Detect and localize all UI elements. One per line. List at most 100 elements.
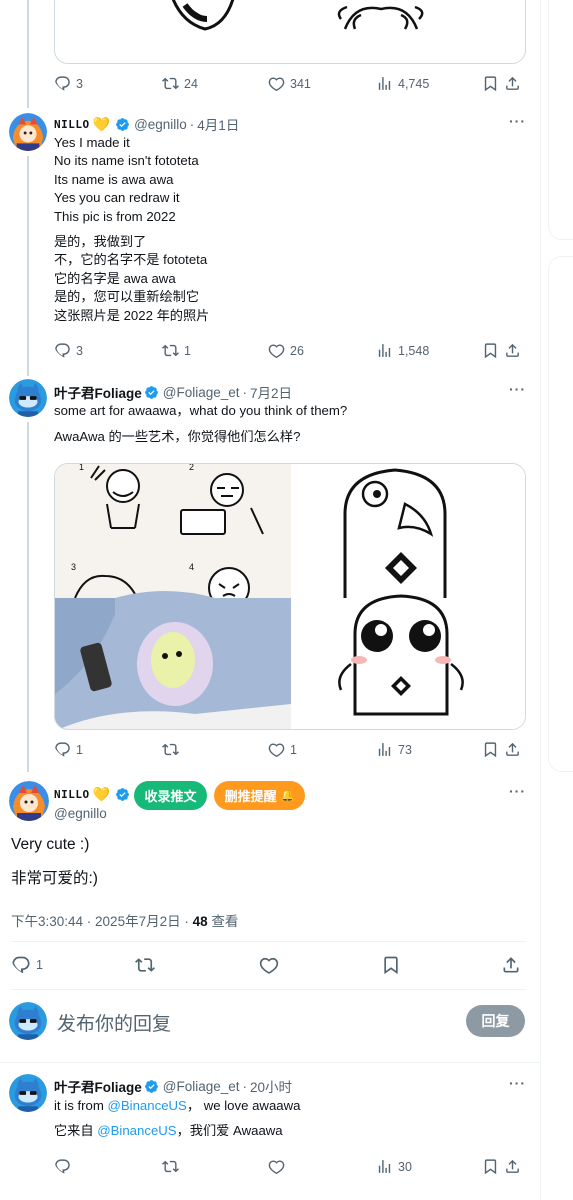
display-name[interactable]: 叶子君Foliage [54, 382, 142, 402]
share-icon [504, 75, 521, 92]
tweet-header: 叶子君Foliage @Foliage_et · 20小时 [54, 1076, 292, 1096]
retweet-button[interactable] [162, 1158, 184, 1175]
view-count: 30 [398, 1159, 412, 1174]
like-button[interactable]: 26 [268, 342, 304, 359]
reply-count: 3 [76, 343, 83, 358]
views-button[interactable]: 4,745 [376, 75, 429, 92]
like-count: 341 [290, 76, 311, 91]
tweet-text-en: it is from @BinanceUS， we love awaawa [54, 1097, 300, 1115]
like-button[interactable]: 341 [268, 75, 311, 92]
reply-button[interactable]: 1 [54, 741, 83, 758]
more-options-icon[interactable]: ··· [509, 1075, 526, 1091]
reply-icon [54, 342, 71, 359]
bookmark-icon [482, 75, 499, 92]
tweet-text-en: Very cute :) [11, 836, 90, 853]
grid-label: 1 [79, 464, 84, 472]
reply-button[interactable] [54, 1158, 76, 1175]
retweet-icon [135, 955, 155, 975]
tweet-media-top[interactable] [54, 0, 526, 64]
bookmark-icon [482, 342, 499, 359]
reply-button[interactable]: 1 [11, 955, 43, 975]
like-button[interactable]: 1 [268, 741, 297, 758]
reply-input[interactable]: 发布你的回复 [57, 1009, 171, 1036]
tweet-date[interactable]: 4月1日 [197, 114, 239, 134]
image-awaawa-scared[interactable] [291, 464, 526, 598]
timestamp-text[interactable]: 下午3:30:44 · 2025年7月2日 · [11, 914, 189, 929]
bookmark-button[interactable] [482, 75, 504, 92]
views-chart-icon [376, 342, 393, 359]
user-handle[interactable]: @Foliage_et [163, 1079, 240, 1094]
thread-connector [27, 156, 29, 376]
tweet-text-en: some art for awaawa，what do you think of… [54, 403, 348, 418]
collect-tweet-button[interactable]: 收录推文 [134, 781, 207, 810]
user-handle[interactable]: @egnillo [134, 117, 187, 132]
bookmark-button[interactable] [482, 1158, 504, 1175]
reply-count: 3 [76, 76, 83, 91]
separator: · [189, 116, 195, 132]
retweet-count: 24 [184, 76, 198, 91]
reply-button[interactable]: 3 [54, 342, 83, 359]
heart-icon [268, 1158, 285, 1175]
divider [0, 1062, 541, 1063]
like-button[interactable] [268, 1158, 290, 1175]
display-name[interactable]: 叶子君Foliage [54, 1076, 142, 1096]
more-options-icon[interactable]: ··· [509, 783, 526, 799]
reply-count: 1 [76, 742, 83, 757]
share-button[interactable] [504, 741, 526, 758]
sidebar-card[interactable] [548, 256, 573, 772]
tweet-media-grid[interactable]: 1 2 3 4 [54, 463, 526, 730]
share-button[interactable] [501, 955, 526, 975]
image-awaawa-phone[interactable] [55, 591, 291, 730]
avatar-foliage[interactable] [9, 379, 47, 417]
tweet-text-zh: 非常可爱的:) [11, 870, 98, 887]
retweet-button[interactable]: 24 [162, 75, 198, 92]
sidebar-card[interactable] [548, 0, 573, 240]
heart-icon [268, 741, 285, 758]
share-button[interactable] [504, 1158, 526, 1175]
yellow-heart-icon: 💛 [92, 115, 111, 132]
views-button[interactable]: 1,548 [376, 342, 429, 359]
avatar-nillo[interactable] [9, 781, 49, 821]
display-name[interactable]: NILLO [54, 788, 90, 801]
like-count: 1 [290, 742, 297, 757]
share-button[interactable] [504, 342, 526, 359]
views-button[interactable]: 73 [376, 741, 412, 758]
mention-link[interactable]: @BinanceUS [107, 1098, 186, 1113]
grid-label: 4 [189, 562, 194, 572]
avatar-nillo[interactable] [9, 113, 47, 151]
retweet-count: 1 [184, 343, 191, 358]
user-handle[interactable]: @egnillo [54, 806, 107, 821]
delete-alert-button[interactable]: 删推提醒 🔔 [214, 781, 305, 810]
more-options-icon[interactable]: ··· [509, 381, 526, 397]
share-button[interactable] [504, 75, 526, 92]
mention-link[interactable]: @BinanceUS [97, 1123, 176, 1138]
separator: · [242, 1078, 248, 1094]
views-chart-icon [376, 75, 393, 92]
reply-submit-button[interactable]: 回复 [466, 1005, 525, 1037]
image-awaawa-bigeyes[interactable] [291, 594, 526, 730]
tweet-text-en: Yes I made it No its name isn't fototeta… [54, 135, 199, 224]
more-options-icon[interactable]: ··· [509, 113, 526, 129]
views-button[interactable]: 30 [376, 1158, 412, 1175]
avatar-foliage[interactable] [9, 1074, 47, 1112]
share-icon [501, 955, 521, 975]
user-handle[interactable]: @Foliage_et [163, 385, 240, 400]
reply-icon [11, 955, 31, 975]
tweet-date[interactable]: 7月2日 [250, 382, 292, 402]
tweet-date[interactable]: 20小时 [250, 1076, 292, 1096]
like-button[interactable] [259, 955, 284, 975]
retweet-button[interactable]: 1 [162, 342, 191, 359]
image-sticker-sheet[interactable]: 1 2 3 4 [55, 464, 291, 609]
reply-count: 1 [36, 958, 43, 972]
tweet-header: NILLO 💛 [54, 786, 134, 803]
bookmark-button[interactable] [482, 741, 504, 758]
bookmark-button[interactable] [381, 955, 406, 975]
heart-icon [259, 955, 279, 975]
bookmark-button[interactable] [482, 342, 504, 359]
tweet-text-zh: 是的，我做到了 不，它的名字不是 fototeta 它的名字是 awa awa … [54, 234, 210, 323]
retweet-button[interactable] [162, 741, 184, 758]
bookmark-icon [482, 741, 499, 758]
reply-button[interactable]: 3 [54, 75, 83, 92]
retweet-button[interactable] [135, 955, 160, 975]
display-name[interactable]: NILLO [54, 118, 90, 131]
